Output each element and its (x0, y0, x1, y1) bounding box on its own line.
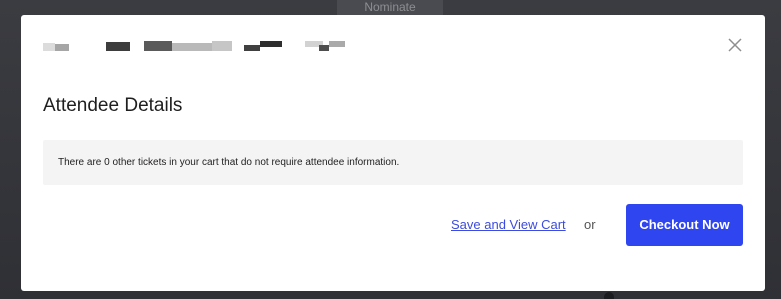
modal-title: Attendee Details (43, 95, 183, 116)
save-and-view-cart-link[interactable]: Save and View Cart (451, 217, 566, 233)
redacted-event-info (43, 41, 345, 53)
attendee-notice-box: There are 0 other tickets in your cart t… (43, 140, 743, 185)
or-separator: or (584, 217, 596, 232)
close-button[interactable] (725, 35, 745, 55)
close-icon (728, 38, 742, 52)
background-element (604, 292, 614, 299)
checkout-now-button[interactable]: Checkout Now (626, 204, 743, 246)
attendee-notice-text: There are 0 other tickets in your cart t… (58, 157, 400, 168)
attendee-details-modal: Attendee Details There are 0 other ticke… (21, 15, 765, 291)
background-nominate-tab: Nominate (337, 0, 443, 15)
